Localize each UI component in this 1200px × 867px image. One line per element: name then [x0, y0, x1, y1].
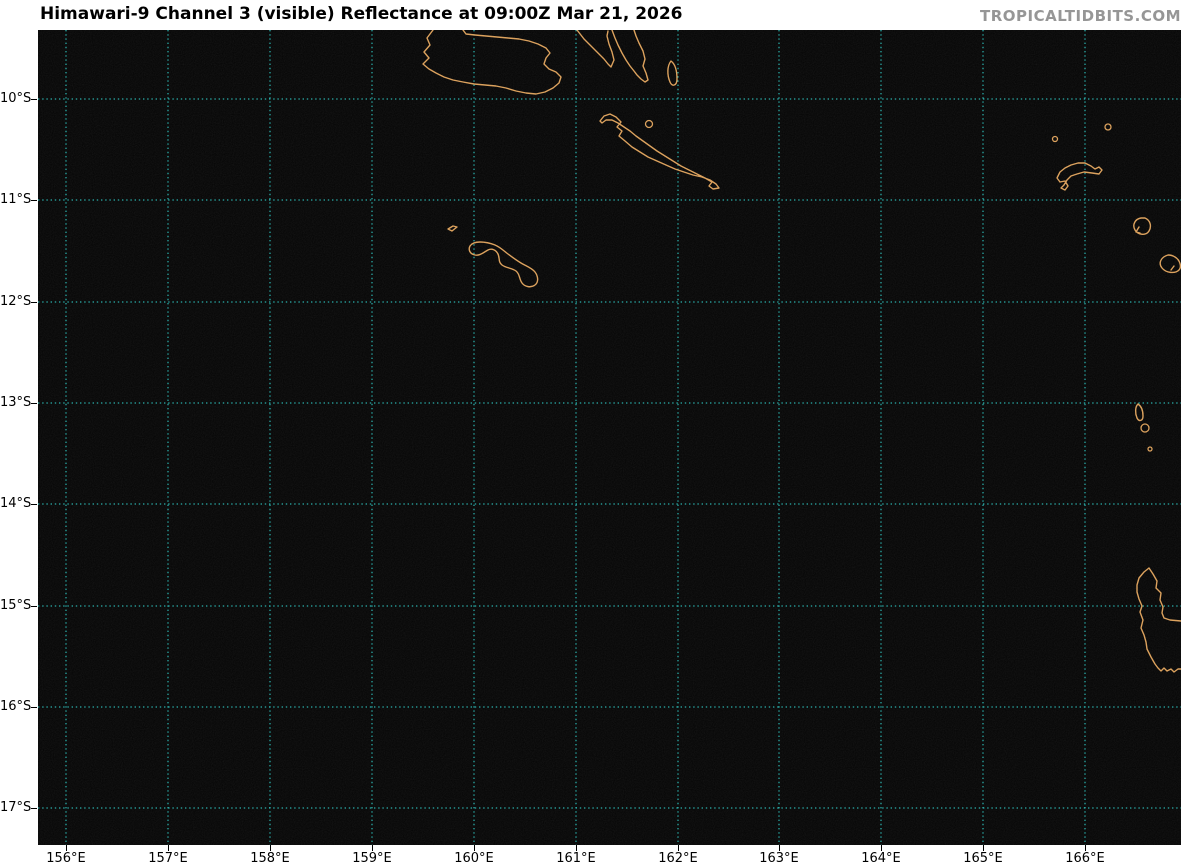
lon-tick-label: 159°E — [344, 851, 400, 866]
lon-tick-label: 161°E — [548, 851, 604, 866]
page: Himawari-9 Channel 3 (visible) Reflectan… — [0, 0, 1200, 867]
lon-tick-mark — [66, 845, 67, 851]
lat-tick-label: 14°S — [0, 496, 30, 512]
lat-tick-mark — [31, 606, 37, 607]
lat-tick-label: 15°S — [0, 598, 30, 614]
satellite-map-svg — [38, 30, 1181, 845]
lat-tick-label: 16°S — [0, 699, 30, 715]
map-title: Himawari-9 Channel 3 (visible) Reflectan… — [40, 4, 683, 24]
lon-tick-label: 157°E — [140, 851, 196, 866]
lon-tick-mark — [678, 845, 679, 851]
lon-tick-mark — [779, 845, 780, 851]
lon-tick-mark — [372, 845, 373, 851]
lon-tick-mark — [168, 845, 169, 851]
lon-tick-label: 158°E — [242, 851, 298, 866]
lat-tick-label: 10°S — [0, 91, 30, 107]
lat-tick-label: 17°S — [0, 800, 30, 816]
lat-tick-mark — [31, 99, 37, 100]
lon-tick-label: 162°E — [650, 851, 706, 866]
lat-tick-mark — [31, 504, 37, 505]
lat-tick-label: 13°S — [0, 395, 30, 411]
lon-tick-mark — [1085, 845, 1086, 851]
lat-tick-mark — [31, 707, 37, 708]
lon-tick-mark — [983, 845, 984, 851]
lat-tick-mark — [31, 200, 37, 201]
lon-tick-label: 156°E — [38, 851, 94, 866]
lon-tick-label: 164°E — [853, 851, 909, 866]
lon-tick-label: 163°E — [751, 851, 807, 866]
lon-tick-label: 166°E — [1057, 851, 1113, 866]
lon-tick-label: 160°E — [446, 851, 502, 866]
lat-tick-mark — [31, 403, 37, 404]
lat-tick-label: 12°S — [0, 294, 30, 310]
lat-tick-mark — [31, 808, 37, 809]
lon-tick-mark — [881, 845, 882, 851]
lon-tick-mark — [270, 845, 271, 851]
lon-tick-mark — [474, 845, 475, 851]
lon-tick-label: 165°E — [955, 851, 1011, 866]
site-watermark: TROPICALTIDBITS.COM — [980, 7, 1181, 25]
lat-tick-label: 11°S — [0, 192, 30, 208]
lat-tick-mark — [31, 302, 37, 303]
satellite-map-canvas[interactable] — [38, 30, 1181, 845]
lon-tick-mark — [576, 845, 577, 851]
satellite-grain-texture — [38, 30, 1181, 845]
